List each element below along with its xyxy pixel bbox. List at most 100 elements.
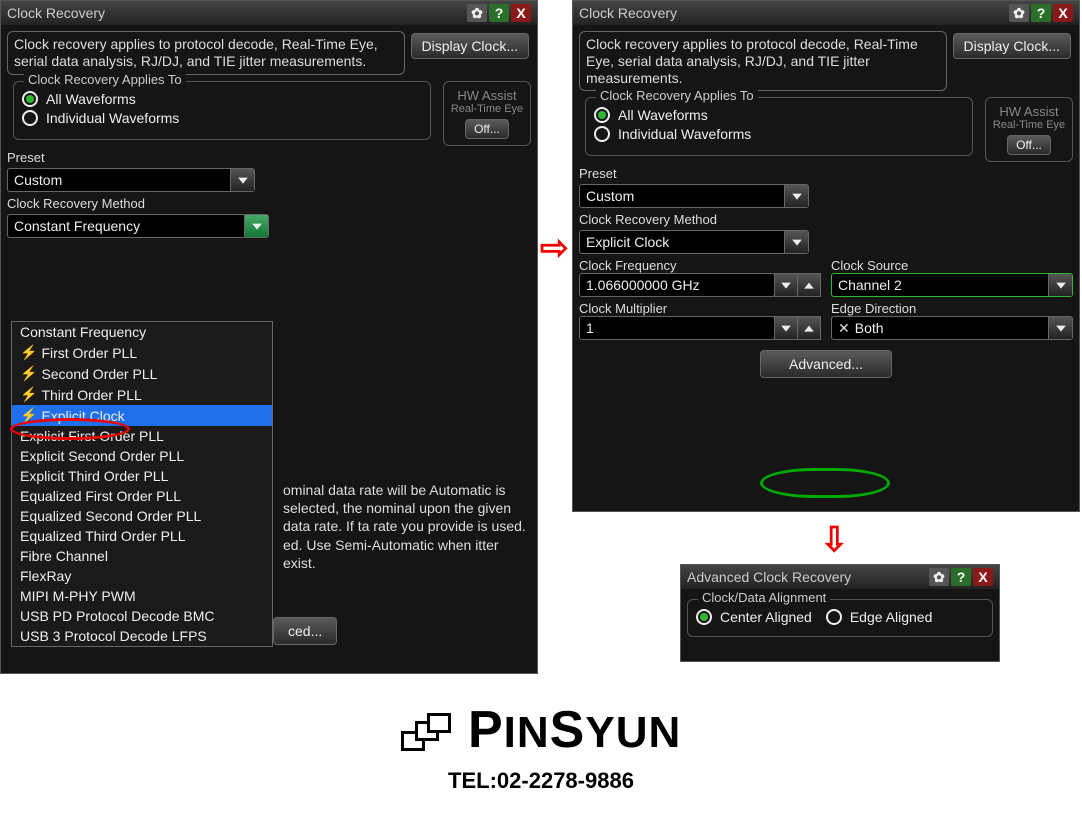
dropdown-option[interactable]: USB 3 Protocol Decode LFPS [12, 626, 272, 646]
radio-icon [22, 91, 38, 107]
radio-center-aligned[interactable]: Center Aligned [696, 609, 812, 625]
method-combo[interactable]: Explicit Clock [579, 230, 809, 254]
clock-data-alignment-group: Clock/Data Alignment Center Aligned Edge… [687, 599, 993, 637]
option-label: USB 3 Protocol Decode LFPS [20, 628, 207, 644]
help-icon[interactable]: ? [951, 568, 971, 586]
clock-mult-label: Clock Multiplier [579, 301, 821, 316]
spin-down-icon[interactable] [774, 316, 798, 340]
applies-to-group: Clock Recovery Applies To All Waveforms … [585, 97, 973, 156]
clock-source-combo[interactable]: Channel 2 [831, 273, 1073, 297]
clock-source-label: Clock Source [831, 258, 1073, 273]
method-dropdown-list[interactable]: Constant Frequency⚡First Order PLL⚡Secon… [11, 321, 273, 647]
radio-all-waveforms[interactable]: All Waveforms [22, 91, 422, 107]
radio-label: All Waveforms [618, 107, 708, 123]
method-label: Clock Recovery Method [579, 212, 1073, 227]
applies-to-legend: Clock Recovery Applies To [596, 88, 758, 103]
dropdown-option[interactable]: Equalized Second Order PLL [12, 506, 272, 526]
close-icon[interactable]: X [973, 568, 993, 586]
bolt-icon: ⚡ [20, 386, 37, 403]
option-label: Explicit First Order PLL [20, 428, 164, 444]
preset-combo[interactable]: Custom [579, 184, 809, 208]
option-label: USB PD Protocol Decode BMC [20, 608, 215, 624]
radio-label: Individual Waveforms [46, 110, 179, 126]
clock-freq-input[interactable]: 1.066000000 GHz [579, 273, 775, 297]
option-label: Second Order PLL [41, 366, 157, 382]
dropdown-option[interactable]: ⚡Second Order PLL [12, 363, 272, 384]
clock-freq-value: 1.066000000 GHz [580, 277, 774, 293]
gear-icon[interactable]: ✿ [1009, 4, 1029, 22]
radio-edge-aligned[interactable]: Edge Aligned [826, 609, 933, 625]
edge-dir-combo[interactable]: ✕ Both [831, 316, 1073, 340]
preset-label: Preset [579, 166, 1073, 181]
chevron-down-icon[interactable] [1048, 274, 1072, 296]
display-clock-button[interactable]: Display Clock... [953, 33, 1071, 59]
method-combo[interactable]: Constant Frequency [7, 214, 269, 238]
radio-icon [696, 609, 712, 625]
radio-all-waveforms[interactable]: All Waveforms [594, 107, 964, 123]
preset-value: Custom [580, 188, 784, 204]
bolt-icon: ⚡ [20, 344, 37, 361]
hw-assist-title: HW Assist [992, 104, 1066, 119]
dropdown-option[interactable]: Explicit Third Order PLL [12, 466, 272, 486]
bolt-icon: ⚡ [20, 407, 37, 424]
advanced-clock-recovery-panel: Advanced Clock Recovery ✿ ? X Clock/Data… [680, 564, 1000, 662]
radio-icon [594, 126, 610, 142]
advanced-button-partial[interactable]: ced... [273, 617, 337, 645]
radio-individual-waveforms[interactable]: Individual Waveforms [594, 126, 964, 142]
dropdown-option[interactable]: ⚡Explicit Clock [12, 405, 272, 426]
dropdown-option[interactable]: Constant Frequency [12, 322, 272, 342]
spin-up-icon[interactable] [797, 273, 821, 297]
applies-to-group: Clock Recovery Applies To All Waveforms … [13, 81, 431, 140]
advanced-button[interactable]: Advanced... [760, 350, 892, 378]
dropdown-option[interactable]: ⚡Third Order PLL [12, 384, 272, 405]
hw-assist-box: HW Assist Real-Time Eye Off... [443, 81, 531, 146]
gear-icon[interactable]: ✿ [929, 568, 949, 586]
help-icon[interactable]: ? [1031, 4, 1051, 22]
dropdown-option[interactable]: Explicit First Order PLL [12, 426, 272, 446]
dropdown-option[interactable]: USB PD Protocol Decode BMC [12, 606, 272, 626]
gear-icon[interactable]: ✿ [467, 4, 487, 22]
radio-individual-waveforms[interactable]: Individual Waveforms [22, 110, 422, 126]
hw-assist-off-button[interactable]: Off... [465, 119, 509, 139]
window-title: Clock Recovery [579, 5, 677, 21]
chevron-down-icon[interactable] [784, 185, 808, 207]
display-clock-button[interactable]: Display Clock... [411, 33, 529, 59]
dropdown-option[interactable]: Explicit Second Order PLL [12, 446, 272, 466]
tel-text: TEL:02-2278-9886 [0, 768, 1082, 794]
spin-up-icon[interactable] [797, 316, 821, 340]
close-icon[interactable]: X [1053, 4, 1073, 22]
option-label: Explicit Second Order PLL [20, 448, 184, 464]
dropdown-option[interactable]: Equalized Third Order PLL [12, 526, 272, 546]
method-label: Clock Recovery Method [7, 196, 531, 211]
dropdown-option[interactable]: FlexRay [12, 566, 272, 586]
preset-combo[interactable]: Custom [7, 168, 255, 192]
hw-assist-off-button[interactable]: Off... [1007, 135, 1051, 155]
option-label: FlexRay [20, 568, 71, 584]
method-value: Constant Frequency [8, 218, 244, 234]
close-icon[interactable]: X [511, 4, 531, 22]
option-label: Explicit Third Order PLL [20, 468, 168, 484]
chevron-down-icon[interactable] [244, 215, 268, 237]
window-title: Clock Recovery [7, 5, 105, 21]
help-icon[interactable]: ? [489, 4, 509, 22]
spin-down-icon[interactable] [774, 273, 798, 297]
titlebar: Advanced Clock Recovery ✿ ? X [681, 565, 999, 589]
dropdown-option[interactable]: Fibre Channel [12, 546, 272, 566]
edge-dir-label: Edge Direction [831, 301, 1073, 316]
footer-logo: PINSYUN TEL:02-2278-9886 [0, 700, 1082, 794]
dropdown-option[interactable]: Equalized First Order PLL [12, 486, 272, 506]
chevron-down-icon[interactable] [230, 169, 254, 191]
background-help-text: ominal data rate will be Automatic is se… [273, 481, 533, 578]
chevron-down-icon[interactable] [784, 231, 808, 253]
preset-label: Preset [7, 150, 531, 165]
option-label: Explicit Clock [41, 408, 124, 424]
window-title: Advanced Clock Recovery [687, 569, 851, 585]
clock-mult-input[interactable]: 1 [579, 316, 775, 340]
dropdown-option[interactable]: ⚡First Order PLL [12, 342, 272, 363]
option-label: MIPI M-PHY PWM [20, 588, 136, 604]
radio-icon [594, 107, 610, 123]
dropdown-option[interactable]: MIPI M-PHY PWM [12, 586, 272, 606]
option-label: Equalized First Order PLL [20, 488, 181, 504]
arrow-right-icon: ⇨ [540, 228, 569, 268]
chevron-down-icon[interactable] [1048, 317, 1072, 339]
